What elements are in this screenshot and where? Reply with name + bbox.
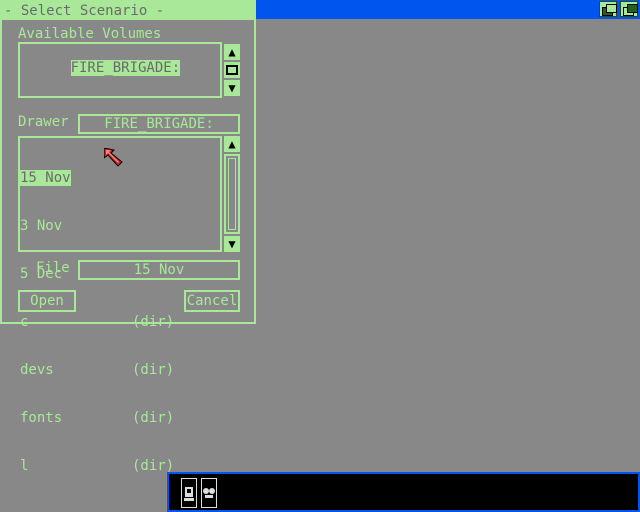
open-button[interactable]: Open	[18, 290, 76, 312]
bottom-screen-bar	[167, 472, 640, 512]
files-down-arrow-icon[interactable]: ▼	[224, 236, 240, 252]
volume-item[interactable]: FIRE_BRIGADE:	[70, 60, 181, 76]
file-label: File	[36, 260, 70, 276]
file-type: (dir)	[132, 362, 175, 378]
file-row[interactable]: devs (dir)	[20, 362, 174, 378]
files-scrollbar[interactable]	[224, 154, 240, 234]
file-requester: - Select Scenario - Available Volumes FI…	[0, 0, 256, 474]
file-list-rows: 15 Nov 3 Nov 5 Dec c (dir) devs (dir) fo…	[20, 138, 174, 506]
file-name: 3 Nov	[20, 218, 63, 234]
file-row[interactable]: l (dir)	[20, 458, 174, 474]
file-type: (dir)	[132, 410, 175, 426]
file-row[interactable]: 15 Nov	[20, 170, 174, 186]
file-row[interactable]: 3 Nov	[20, 218, 174, 234]
depth-back-icon[interactable]	[599, 1, 617, 17]
file-name: 15 Nov	[20, 170, 71, 186]
file-name: devs	[20, 362, 54, 378]
files-scroll-knob[interactable]	[228, 158, 236, 230]
volumes-list[interactable]: FIRE_BRIGADE:	[18, 42, 222, 98]
volumes-down-arrow-icon[interactable]: ▼	[224, 80, 240, 96]
files-up-arrow-icon[interactable]: ▲	[224, 136, 240, 152]
depth-front-icon[interactable]	[620, 1, 638, 17]
volumes-label: Available Volumes	[18, 26, 162, 42]
drawer-field[interactable]: FIRE_BRIGADE:	[78, 114, 240, 134]
file-name: c	[20, 314, 29, 330]
task-icon[interactable]	[181, 478, 197, 508]
drawer-label: Drawer	[18, 114, 69, 130]
requester-title[interactable]: - Select Scenario -	[2, 2, 254, 20]
depth-gadgets	[599, 1, 638, 17]
task-icon-2[interactable]	[201, 478, 217, 508]
file-name: fonts	[20, 410, 63, 426]
mouse-pointer-icon	[104, 148, 123, 167]
file-row[interactable]: fonts (dir)	[20, 410, 174, 426]
file-row[interactable]: c (dir)	[20, 314, 174, 330]
file-field[interactable]: 15 Nov	[78, 260, 240, 280]
volumes-scroll-knob[interactable]	[224, 62, 240, 78]
cancel-button[interactable]: Cancel	[184, 290, 240, 312]
volumes-up-arrow-icon[interactable]: ▲	[224, 44, 240, 60]
screen-title-bar[interactable]	[256, 0, 640, 19]
file-type: (dir)	[132, 314, 175, 330]
file-name: l	[20, 458, 29, 474]
